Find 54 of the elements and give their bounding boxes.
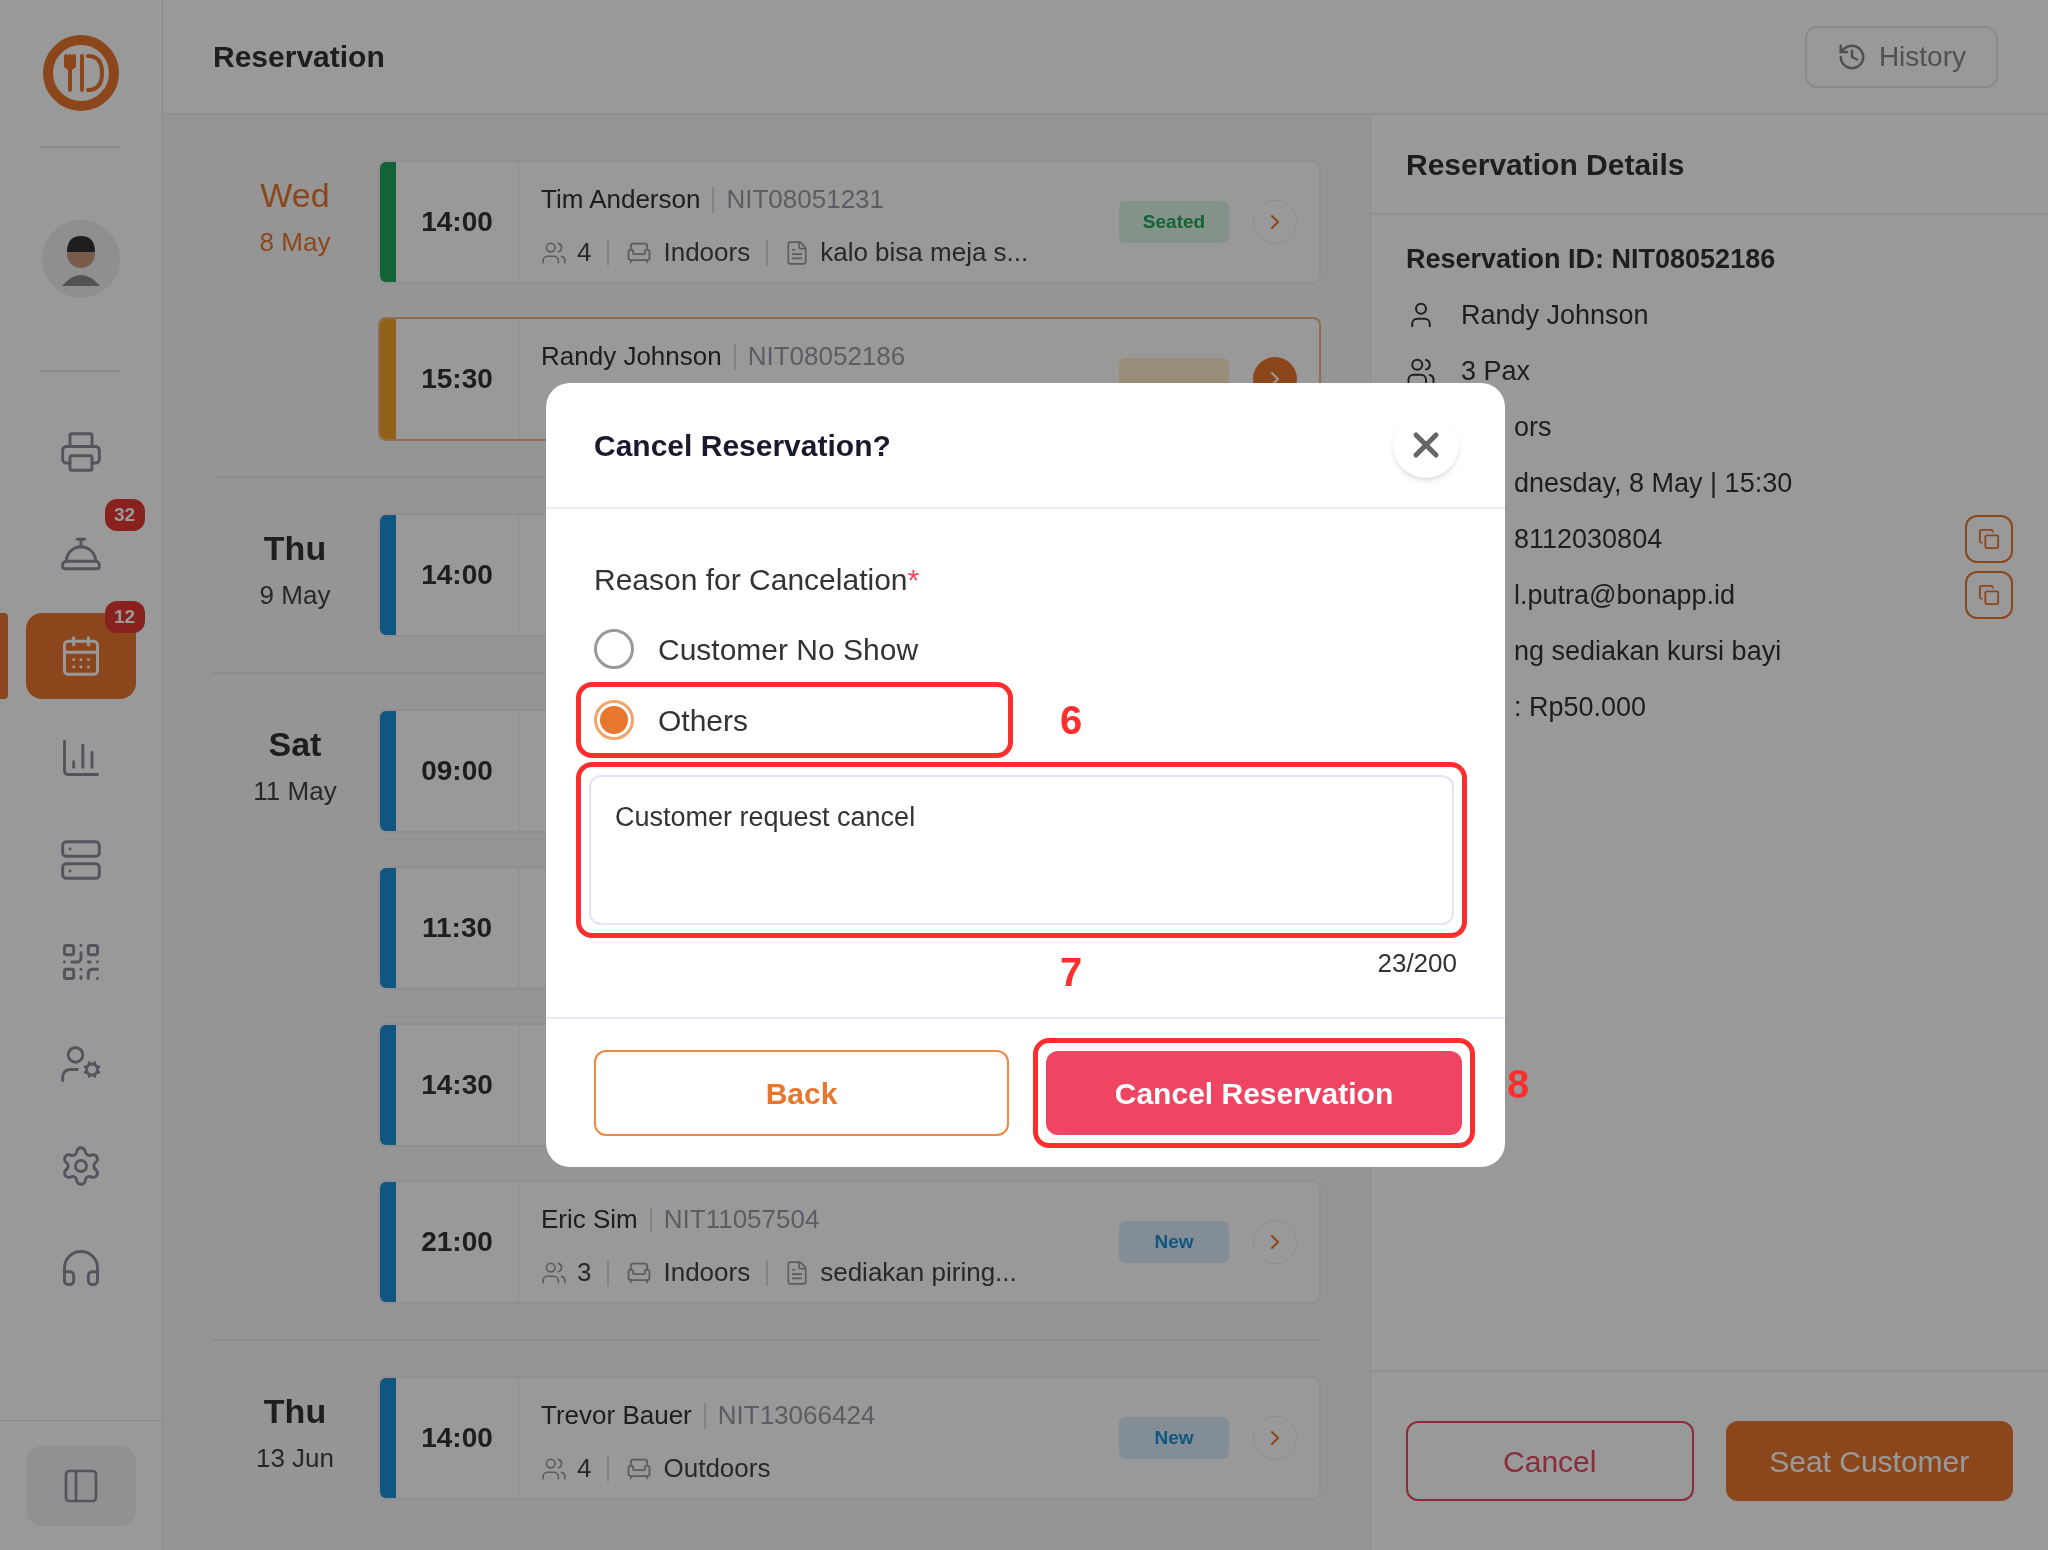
callout-number: 8 bbox=[1507, 1061, 1530, 1108]
reservation-id: NIT11057504 bbox=[663, 1203, 820, 1236]
date-text: 11 May bbox=[253, 775, 337, 808]
field-label: Reason for Cancelation bbox=[594, 562, 908, 598]
detail-text: : Rp50.000 bbox=[1514, 690, 1647, 724]
weekday-text: Thu bbox=[263, 1391, 327, 1432]
note-text: sediakan piring... bbox=[820, 1256, 1017, 1289]
guest-count: 4 bbox=[577, 236, 592, 269]
time-text: 21:00 bbox=[421, 1225, 493, 1259]
status-label: New bbox=[1154, 1229, 1194, 1254]
time-text: 14:00 bbox=[421, 1421, 493, 1455]
date-text: 13 Jun bbox=[255, 1442, 335, 1475]
detail-text: ors bbox=[1514, 410, 1552, 444]
time-text: 09:00 bbox=[421, 754, 493, 788]
note-text: kalo bisa meja s... bbox=[820, 236, 1029, 269]
detail-text: Randy Johnson bbox=[1461, 298, 1649, 332]
time-text: 14:30 bbox=[421, 1068, 493, 1102]
count-badge: 12 bbox=[104, 601, 145, 633]
reservation-id: NIT08052186 bbox=[747, 340, 906, 373]
seating-area: Indoors bbox=[663, 233, 751, 272]
reservation-id: NIT13066424 bbox=[717, 1399, 876, 1432]
callout-number: 7 bbox=[1060, 949, 1083, 996]
page-title: Reservation bbox=[213, 39, 385, 75]
detail-text: dnesday, 8 May | 15:30 bbox=[1514, 466, 1793, 500]
status-label: Seated bbox=[1142, 209, 1206, 234]
weekday-text: Thu bbox=[263, 528, 327, 569]
date-text: 9 May bbox=[259, 579, 331, 612]
reservation-id: Reservation ID: NIT08052186 bbox=[1406, 242, 1777, 276]
guest-name: Trevor Bauer bbox=[541, 1399, 692, 1432]
reservation-id: NIT08051231 bbox=[726, 183, 884, 216]
callout-number: 6 bbox=[1060, 697, 1083, 744]
seating-area: Outdoors bbox=[663, 1449, 771, 1488]
panel-title: Reservation Details bbox=[1406, 146, 1685, 183]
detail-text: 3 Pax bbox=[1461, 354, 1531, 388]
detail-text: ng sediakan kursi bayi bbox=[1514, 634, 1782, 668]
guest-count: 4 bbox=[577, 1452, 592, 1485]
detail-text: 8112030804 bbox=[1514, 522, 1663, 556]
detail-text: l.putra@bonapp.id bbox=[1514, 578, 1736, 612]
guest-name: Tim Anderson bbox=[541, 183, 701, 216]
time-text: 14:00 bbox=[421, 558, 493, 592]
time-text: 15:30 bbox=[421, 362, 493, 396]
required-mark: * bbox=[907, 562, 920, 598]
status-label: New bbox=[1154, 1425, 1194, 1450]
character-counter: 23/200 bbox=[1377, 947, 1457, 980]
guest-name: Randy Johnson bbox=[541, 340, 722, 373]
time-text: 14:00 bbox=[421, 205, 493, 239]
count-badge: 32 bbox=[104, 499, 145, 531]
guest-count: 3 bbox=[577, 1256, 592, 1289]
weekday-text: Wed bbox=[260, 175, 330, 216]
weekday-text: Sat bbox=[268, 724, 322, 765]
time-text: 11:30 bbox=[421, 911, 493, 945]
seating-area: Indoors bbox=[663, 1253, 751, 1292]
date-text: 8 May bbox=[259, 226, 331, 259]
guest-name: Eric Sim bbox=[541, 1203, 638, 1236]
